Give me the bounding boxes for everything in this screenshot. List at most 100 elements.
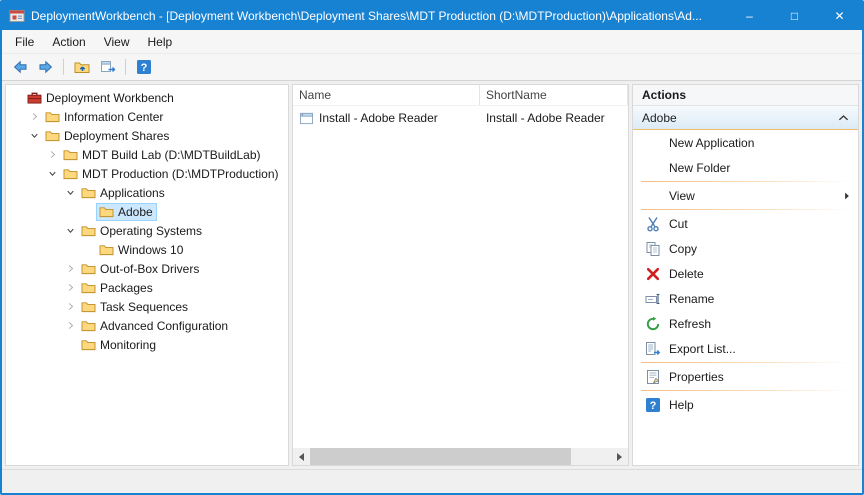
menu-action[interactable]: Action <box>43 31 94 53</box>
tree-item-adobe[interactable]: Adobe <box>6 202 288 221</box>
tree-item-information-center[interactable]: Information Center <box>6 107 288 126</box>
folder-icon <box>81 281 96 294</box>
menu-file[interactable]: File <box>6 31 43 53</box>
folder-icon <box>81 224 96 237</box>
minimize-button[interactable]: – <box>727 2 772 30</box>
folder-icon <box>63 148 78 161</box>
workbench-icon <box>27 91 42 104</box>
action-rename[interactable]: Rename <box>633 286 858 311</box>
tree-item-label: Deployment Shares <box>64 129 169 143</box>
action-properties[interactable]: Properties <box>633 364 858 389</box>
folder-icon <box>81 338 96 351</box>
action-view[interactable]: View <box>633 183 858 208</box>
actions-group-header[interactable]: Adobe <box>633 106 858 130</box>
action-refresh[interactable]: Refresh <box>633 311 858 336</box>
tree-item-task-sequences[interactable]: Task Sequences <box>6 297 288 316</box>
scrollbar-thumb[interactable] <box>310 448 571 465</box>
tree-item-monitoring[interactable]: Monitoring <box>6 335 288 354</box>
help-icon: ? <box>645 397 661 413</box>
results-pane: NameShortName Install - Adobe ReaderInst… <box>292 84 629 466</box>
copy-icon <box>645 241 661 257</box>
folder-icon <box>81 262 96 275</box>
export-window-button[interactable] <box>96 57 119 78</box>
action-new-folder[interactable]: New Folder <box>633 155 858 180</box>
title-bar[interactable]: DeploymentWorkbench - [Deployment Workbe… <box>2 2 862 30</box>
tree-item-out-of-box-drivers[interactable]: Out-of-Box Drivers <box>6 259 288 278</box>
action-delete[interactable]: Delete <box>633 261 858 286</box>
actions-group-label: Adobe <box>642 111 838 125</box>
menu-help[interactable]: Help <box>139 31 182 53</box>
collapse-icon[interactable] <box>27 128 42 143</box>
tree-item-deployment-workbench[interactable]: Deployment Workbench <box>6 88 288 107</box>
expander-placeholder <box>81 204 96 219</box>
rename-icon <box>645 291 661 307</box>
list-item-install-adobe-reader[interactable]: Install - Adobe ReaderInstall - Adobe Re… <box>293 108 628 128</box>
tree-item-operating-systems[interactable]: Operating Systems <box>6 221 288 240</box>
tree-item-label: Monitoring <box>100 338 156 352</box>
folder-icon <box>81 319 96 332</box>
tree-item-applications[interactable]: Applications <box>6 183 288 202</box>
toolbar-separator <box>125 59 126 75</box>
scroll-right-icon <box>617 453 622 461</box>
app-icon <box>9 8 25 24</box>
folder-icon <box>45 129 60 142</box>
tree-item-mdt-build-lab-d-mdtbuildlab[interactable]: MDT Build Lab (D:\MDTBuildLab) <box>6 145 288 164</box>
action-item-label: Cut <box>669 217 688 231</box>
actions-separator <box>641 181 852 182</box>
collapse-icon[interactable] <box>63 223 78 238</box>
forward-button[interactable] <box>34 57 57 78</box>
list-header-row: NameShortName <box>293 85 628 106</box>
expand-icon[interactable] <box>63 318 78 333</box>
menu-view[interactable]: View <box>95 31 139 53</box>
tree-node: Monitoring <box>78 336 160 354</box>
close-icon: ✕ <box>834 9 844 23</box>
action-help[interactable]: ?Help <box>633 392 858 417</box>
close-button[interactable]: ✕ <box>817 2 862 30</box>
scroll-left-button[interactable] <box>293 448 310 465</box>
scroll-left-icon <box>299 453 304 461</box>
expand-icon[interactable] <box>45 147 60 162</box>
action-icon-spacer <box>645 160 661 176</box>
tree-item-windows-10[interactable]: Windows 10 <box>6 240 288 259</box>
folder-icon <box>99 243 114 256</box>
up-level-button[interactable] <box>70 57 93 78</box>
tree-item-packages[interactable]: Packages <box>6 278 288 297</box>
action-export-list[interactable]: Export List... <box>633 336 858 361</box>
tree-item-mdt-production-d-mdtproduction[interactable]: MDT Production (D:\MDTProduction) <box>6 164 288 183</box>
tree-item-deployment-shares[interactable]: Deployment Shares <box>6 126 288 145</box>
folder-icon <box>81 300 96 313</box>
action-icon-spacer <box>645 188 661 204</box>
tree-node: MDT Production (D:\MDTProduction) <box>60 165 283 183</box>
action-cut[interactable]: Cut <box>633 211 858 236</box>
action-item-label: Refresh <box>669 317 711 331</box>
maximize-button[interactable]: □ <box>772 2 817 30</box>
tree-item-label: MDT Production (D:\MDTProduction) <box>82 167 279 181</box>
cut-icon <box>645 216 661 232</box>
expand-icon[interactable] <box>27 109 42 124</box>
action-copy[interactable]: Copy <box>633 236 858 261</box>
expand-icon[interactable] <box>63 299 78 314</box>
toolbar: ? <box>2 54 862 81</box>
help-button[interactable]: ? <box>132 57 155 78</box>
tree-node: Applications <box>78 184 169 202</box>
action-item-label: New Application <box>669 136 754 150</box>
expand-icon[interactable] <box>63 261 78 276</box>
app-window-icon <box>299 112 314 125</box>
cell-name: Install - Adobe Reader <box>293 111 480 125</box>
column-header-shortname[interactable]: ShortName <box>480 85 628 105</box>
action-new-application[interactable]: New Application <box>633 130 858 155</box>
scroll-right-button[interactable] <box>611 448 628 465</box>
list-body: Install - Adobe ReaderInstall - Adobe Re… <box>293 106 628 448</box>
collapse-icon[interactable] <box>63 185 78 200</box>
column-header-name[interactable]: Name <box>293 85 480 105</box>
status-bar <box>2 469 862 493</box>
expand-icon[interactable] <box>63 280 78 295</box>
back-button[interactable] <box>8 57 31 78</box>
collapse-group-icon[interactable] <box>838 114 849 122</box>
collapse-icon[interactable] <box>45 166 60 181</box>
tree-item-advanced-configuration[interactable]: Advanced Configuration <box>6 316 288 335</box>
action-item-label: Properties <box>669 370 724 384</box>
back-icon <box>12 59 28 75</box>
tree-item-label: Windows 10 <box>118 243 183 257</box>
tree-node: Packages <box>78 279 157 297</box>
